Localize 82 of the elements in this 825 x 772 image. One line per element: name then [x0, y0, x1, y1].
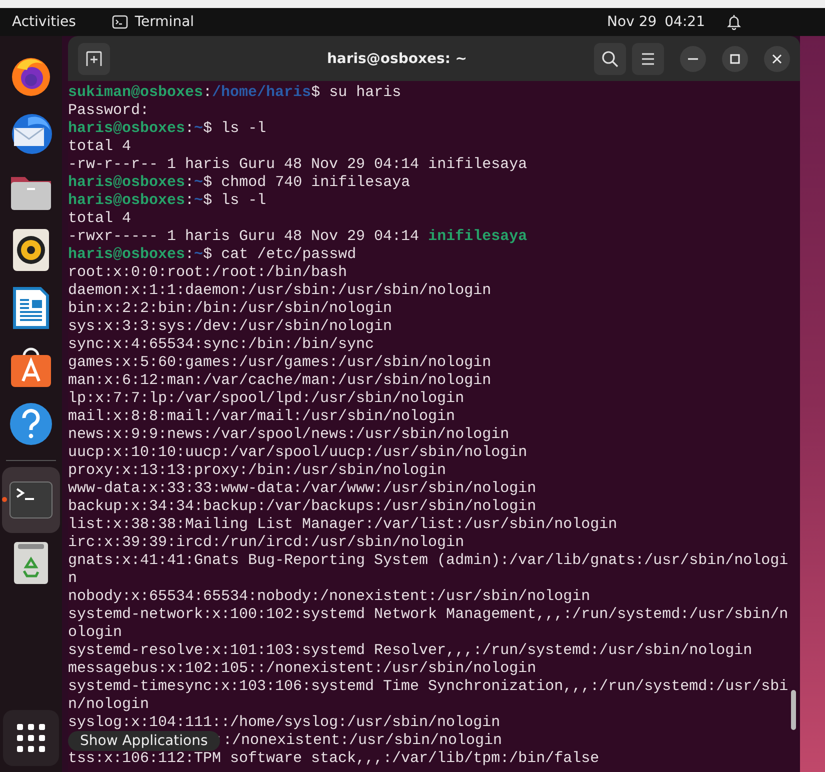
output-line: lp:x:7:7:lp:/var/spool/lpd:/usr/sbin/nologin — [68, 390, 466, 408]
prompt-user-host: sukiman@osboxes — [68, 84, 204, 101]
menu-icon — [641, 52, 655, 64]
output-line: nobody:x:65534:65534:nobody:/nonexistent:/usr/sbin/nologin — [68, 588, 592, 606]
search-button[interactable] — [594, 42, 626, 74]
output-line: proxy:x:13:13:proxy:/bin:/usr/sbin/nologin — [68, 462, 448, 480]
new-tab-icon — [85, 50, 103, 68]
minimize-icon — [688, 58, 698, 60]
command-text: ls -l — [221, 120, 266, 137]
document-icon[interactable] — [12, 286, 50, 330]
output-line: Password: — [68, 102, 150, 120]
search-icon — [601, 50, 619, 68]
maximize-button[interactable] — [722, 46, 748, 72]
minimize-button[interactable] — [680, 46, 706, 72]
output-line: tss:x:106:112:TPM software stack,,,:/var/lib/tpm:/bin/false — [68, 750, 600, 768]
output-line: total 4 — [68, 210, 132, 228]
output-line: total 4 — [68, 138, 132, 156]
prompt-path: ~ — [194, 192, 204, 209]
output-line: daemon:x:1:1:daemon:/usr/sbin:/usr/sbin/nologin — [68, 282, 492, 300]
prompt-colon: : — [185, 120, 194, 137]
prompt-user-host: haris@osboxes — [68, 174, 186, 191]
recycle-bin-icon[interactable] — [13, 541, 49, 585]
prompt-sigil: $ — [311, 84, 320, 101]
show-applications-button[interactable] — [3, 710, 59, 766]
prompt-sigil: $ — [203, 246, 212, 263]
prompt-sigil: $ — [203, 174, 212, 191]
command-text: cat /etc/passwd — [221, 246, 356, 263]
app-menu-label[interactable]: Terminal — [134, 14, 194, 30]
close-button[interactable] — [764, 46, 790, 72]
maximize-icon — [730, 54, 740, 64]
window-title: haris@osboxes: ~ — [326, 50, 468, 66]
prompt-path: ~ — [194, 246, 204, 263]
prompt-path: ~ — [194, 120, 204, 137]
bell-icon[interactable] — [727, 14, 741, 30]
output-line: backup:x:34:34:backup:/var/backups:/usr/sbin/nologin — [68, 498, 538, 516]
activities-button[interactable]: Activities — [12, 14, 76, 30]
file-listing-text: -rwxr----- 1 haris Guru 48 Nov 29 04:14 — [68, 228, 420, 245]
terminal-icon[interactable] — [9, 481, 53, 519]
output-line: sys:x:3:3:sys:/dev:/usr/sbin/nologin — [68, 318, 394, 336]
prompt-path: ~ — [194, 174, 204, 191]
help-icon[interactable] — [9, 402, 53, 446]
prompt-sigil: $ — [203, 120, 212, 137]
running-indicator-icon — [2, 497, 7, 502]
clock-date[interactable]: Nov 29 — [607, 14, 657, 30]
menu-button[interactable] — [632, 42, 664, 74]
clock-time[interactable]: 04:21 — [664, 14, 705, 30]
output-line: www-data:x:33:33:www-data:/var/www:/usr/sbin/nologin — [68, 480, 538, 498]
output-line: news:x:9:9:news:/var/spool/news:/usr/sbin/nologin — [68, 426, 510, 444]
output-line: systemd-resolve:x:101:103:systemd Resolver,,,:/run/systemd:/usr/sbin/nologin — [68, 642, 754, 660]
command-text: ls -l — [221, 192, 266, 209]
output-line: root:x:0:0:root:/root:/bin/bash — [68, 264, 348, 282]
prompt-user-host: haris@osboxes — [68, 192, 186, 209]
prompt-path: /home/haris — [212, 84, 312, 101]
output-line: games:x:5:60:games:/usr/games:/usr/sbin/nologin — [68, 354, 492, 372]
output-line: sync:x:4:65534:sync:/bin:/bin/sync — [68, 336, 376, 354]
output-line: messagebus:x:102:105::/nonexistent:/usr/sbin/nologin — [68, 660, 538, 678]
output-line: man:x:6:12:man:/var/cache/man:/usr/sbin/nologin — [68, 372, 492, 390]
prompt-colon: : — [203, 84, 212, 101]
prompt-colon: : — [185, 174, 194, 191]
command-text: chmod 740 inifilesaya — [221, 174, 410, 191]
speaker-icon[interactable] — [12, 228, 50, 272]
prompt-sigil: $ — [203, 192, 212, 209]
terminal-icon — [112, 15, 128, 29]
close-icon — [772, 54, 782, 64]
output-line: syslog:x:104:111::/home/syslog:/usr/sbin/nologin — [68, 714, 502, 732]
file-listing-text: -rw-r--r-- 1 haris Guru 48 Nov 29 04:14 — [68, 156, 420, 173]
output-line: irc:x:39:39:ircd:/run/ircd:/usr/sbin/nologin — [68, 534, 466, 552]
app-grid-icon — [16, 723, 46, 753]
scrollbar-thumb[interactable] — [791, 690, 796, 730]
prompt-colon: : — [185, 192, 194, 209]
command-text: su haris — [329, 84, 402, 101]
prompt-user-host: haris@osboxes — [68, 120, 186, 137]
prompt-user-host: haris@osboxes — [68, 246, 186, 263]
output-line: uucp:x:10:10:uucp:/var/spool/uucp:/usr/sbin/nologin — [68, 444, 528, 462]
prompt-colon: : — [185, 246, 194, 263]
new-tab-button[interactable] — [78, 42, 110, 74]
output-line: bin:x:2:2:bin:/bin:/usr/sbin/nologin — [68, 300, 394, 318]
tooltip: Show Applications — [68, 731, 220, 751]
file-name: inifilesaya — [428, 156, 528, 173]
file-name: inifilesaya — [428, 228, 528, 245]
output-line: list:x:38:38:Mailing List Manager:/var/list:/usr/sbin/nologin — [68, 516, 618, 534]
output-line: mail:x:8:8:mail:/var/mail:/usr/sbin/nologin — [68, 408, 456, 426]
